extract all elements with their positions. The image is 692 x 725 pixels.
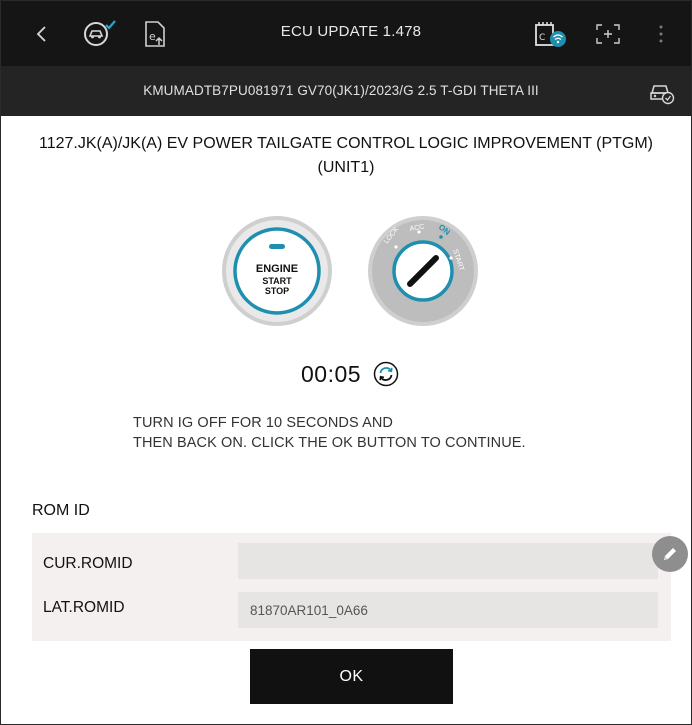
screen-capture-button[interactable] xyxy=(591,18,625,50)
svg-text:e: e xyxy=(149,30,156,43)
instruction-line2: THEN BACK ON. CLICK THE OK BUTTON TO CON… xyxy=(133,435,526,451)
rom-id-panel: CUR.ROMID LAT.ROMID xyxy=(32,533,671,641)
pencil-icon xyxy=(664,548,676,560)
lat-romid-field[interactable] xyxy=(238,592,658,628)
procedure-title-line1: 1127.JK(A)/JK(A) EV POWER TAILGATE CONTR… xyxy=(38,135,653,152)
back-button[interactable] xyxy=(29,18,55,50)
vci-wireless-icon: C xyxy=(535,22,566,47)
edit-button[interactable] xyxy=(652,536,688,572)
engine-label-line3: STOP xyxy=(265,286,289,296)
ignition-illustration: ENGINE START STOP LOCK ACC ON START xyxy=(222,216,478,326)
chevron-left-icon xyxy=(36,26,46,42)
more-menu-button[interactable] xyxy=(649,18,673,50)
svg-text:C: C xyxy=(539,33,545,43)
countdown-timer: 00:05 xyxy=(301,360,362,387)
vehicle-diagnosis-button[interactable] xyxy=(79,18,119,50)
rom-id-title: ROM ID xyxy=(32,502,90,519)
cur-romid-field[interactable] xyxy=(238,543,658,579)
page-title: ECU UPDATE 1.478 xyxy=(280,23,422,40)
procedure-title: 1127.JK(A)/JK(A) EV POWER TAILGATE CONTR… xyxy=(19,132,673,180)
procedure-title-line2: (UNIT1) xyxy=(317,159,375,176)
refresh-icon[interactable] xyxy=(373,361,399,387)
ok-button[interactable]: OK xyxy=(250,649,453,704)
screen-capture-icon xyxy=(596,24,620,44)
lat-romid-label: LAT.ROMID xyxy=(43,599,125,616)
app-window: e ECU UPDATE 1.478 C KMUMADTB7PU081971 G… xyxy=(0,0,692,725)
vehicle-diagnosis-icon xyxy=(84,20,116,46)
vci-status-button[interactable]: C xyxy=(531,18,571,50)
engine-start-stop-icon: ENGINE START STOP xyxy=(222,216,332,326)
engine-label-line2: START xyxy=(262,276,292,286)
top-toolbar: e ECU UPDATE 1.478 C xyxy=(1,1,691,66)
vehicle-connection-button[interactable] xyxy=(648,79,676,110)
instruction-line1: TURN IG OFF FOR 10 SECONDS AND xyxy=(133,415,393,431)
vehicle-info-bar: KMUMADTB7PU081971 GV70(JK1)/2023/G 2.5 T… xyxy=(1,66,691,116)
instruction-text: TURN IG OFF FOR 10 SECONDS AND THEN BACK… xyxy=(133,413,613,453)
report-upload-button[interactable]: e xyxy=(137,18,171,50)
ignition-key-icon: LOCK ACC ON START xyxy=(368,216,478,326)
cur-romid-label: CUR.ROMID xyxy=(43,555,133,572)
car-connection-icon xyxy=(650,85,675,105)
timer-row: 00:05 xyxy=(301,357,399,391)
vehicle-info-text: KMUMADTB7PU081971 GV70(JK1)/2023/G 2.5 T… xyxy=(143,83,539,98)
engine-label-line1: ENGINE xyxy=(256,263,298,275)
more-vertical-icon xyxy=(659,25,663,43)
report-upload-icon: e xyxy=(145,21,165,47)
